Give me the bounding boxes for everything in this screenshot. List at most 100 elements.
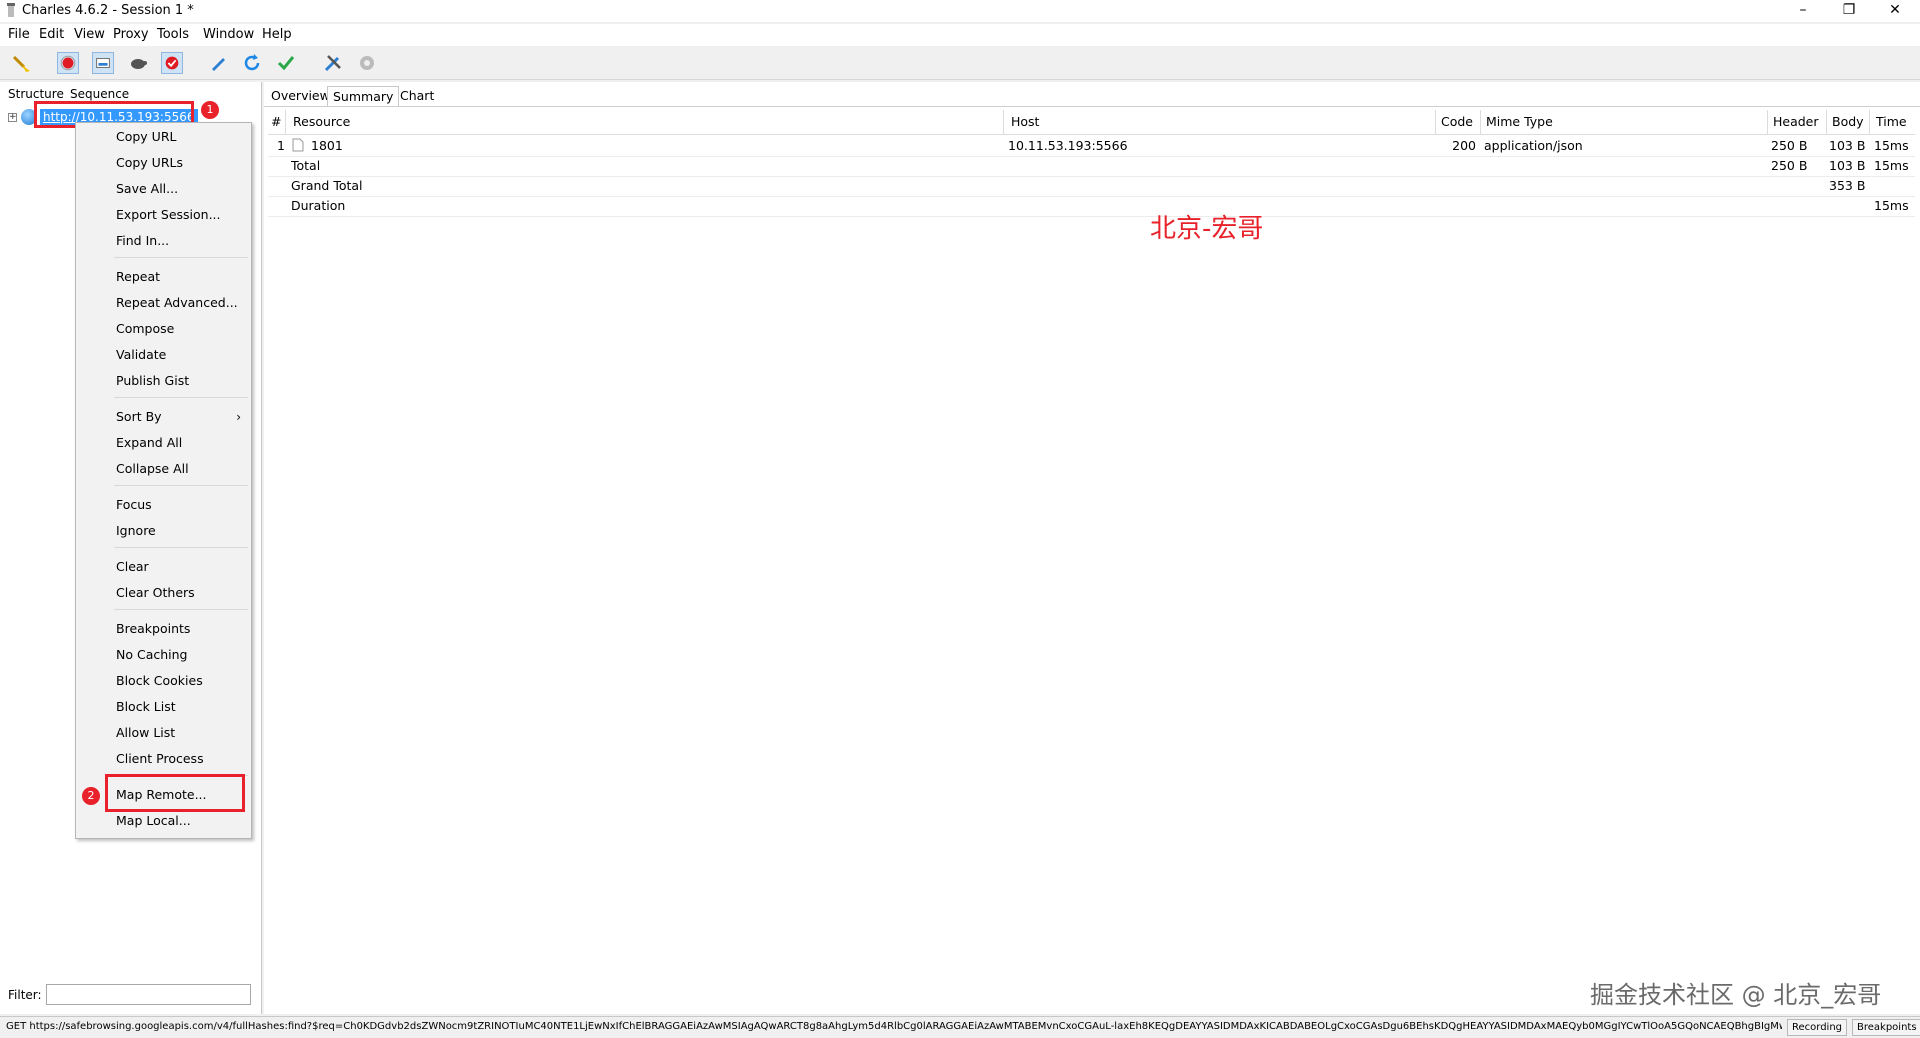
ctx-breakpoints[interactable]: Breakpoints bbox=[116, 621, 190, 637]
col-divider bbox=[1435, 110, 1436, 135]
menu-window[interactable]: Window bbox=[203, 26, 254, 44]
cell-mime-type: application/json bbox=[1484, 138, 1583, 153]
cell-resource: Grand Total bbox=[291, 178, 363, 193]
row-divider bbox=[268, 196, 1915, 197]
ctx-clear-others[interactable]: Clear Others bbox=[116, 585, 195, 601]
throttle-icon[interactable] bbox=[92, 52, 114, 74]
cell-resource: 1801 bbox=[311, 138, 343, 153]
tools-icon[interactable] bbox=[322, 52, 344, 74]
ctx-repeat[interactable]: Repeat bbox=[116, 269, 160, 285]
menu-help[interactable]: Help bbox=[262, 26, 292, 44]
ctx-focus[interactable]: Focus bbox=[116, 497, 152, 513]
toolbar bbox=[0, 47, 1920, 80]
ctx-no-caching[interactable]: No Caching bbox=[116, 647, 187, 663]
col-header-header[interactable]: Header bbox=[1773, 112, 1819, 134]
ctx-clear[interactable]: Clear bbox=[116, 559, 149, 575]
tab-overview[interactable]: Overview bbox=[266, 86, 335, 107]
minimize-button[interactable]: – bbox=[1780, 0, 1826, 22]
ctx-block-list[interactable]: Block List bbox=[116, 699, 176, 715]
check-icon[interactable] bbox=[275, 52, 297, 74]
ctx-repeat-advanced[interactable]: Repeat Advanced... bbox=[116, 295, 238, 311]
col-header-time[interactable]: Time bbox=[1876, 112, 1907, 134]
watermark-gray: 掘金技术社区 @ 北京_宏哥 bbox=[1590, 981, 1882, 1009]
ctx-client-process[interactable]: Client Process bbox=[116, 751, 204, 767]
maximize-button[interactable]: ❐ bbox=[1826, 0, 1872, 22]
cell-body: 353 B bbox=[1829, 178, 1866, 193]
ctx-collapse-all[interactable]: Collapse All bbox=[116, 461, 189, 477]
col-divider bbox=[1480, 110, 1481, 135]
tab-structure[interactable]: Structure bbox=[8, 86, 64, 102]
pen-icon[interactable] bbox=[207, 52, 229, 74]
refresh-icon[interactable] bbox=[241, 52, 263, 74]
summary-table-header bbox=[268, 110, 1915, 135]
ctx-save-all[interactable]: Save All... bbox=[116, 181, 178, 197]
menu-proxy[interactable]: Proxy bbox=[113, 26, 149, 44]
broom-icon[interactable] bbox=[11, 52, 33, 74]
cell-resource: Total bbox=[291, 158, 321, 173]
tab-summary[interactable]: Summary bbox=[327, 86, 400, 107]
ctx-ignore[interactable]: Ignore bbox=[116, 523, 156, 539]
row-divider bbox=[268, 176, 1915, 177]
breakpoints-status-button[interactable]: Breakpoints bbox=[1852, 1019, 1920, 1036]
cell-time: 15ms bbox=[1874, 158, 1909, 173]
ctx-copy-url[interactable]: Copy URL bbox=[116, 129, 176, 145]
close-button[interactable]: ✕ bbox=[1872, 0, 1918, 22]
context-menu: Copy URL Copy URLs Save All... Export Se… bbox=[75, 122, 252, 839]
ctx-compose[interactable]: Compose bbox=[116, 321, 174, 337]
col-divider bbox=[285, 110, 286, 135]
ctx-expand-all[interactable]: Expand All bbox=[116, 435, 182, 451]
tree-expand-icon[interactable]: + bbox=[8, 113, 17, 122]
ctx-map-local[interactable]: Map Local... bbox=[116, 813, 191, 829]
ctx-separator bbox=[114, 257, 248, 258]
file-icon bbox=[292, 138, 304, 152]
record-icon[interactable] bbox=[57, 52, 79, 74]
col-header-num[interactable]: # bbox=[271, 112, 281, 134]
turtle-icon[interactable] bbox=[127, 52, 149, 74]
detail-panel bbox=[264, 82, 1920, 1014]
cell-time: 15ms bbox=[1874, 138, 1909, 153]
status-text: GET https://safebrowsing.googleapis.com/… bbox=[6, 1021, 1782, 1032]
settings-icon[interactable] bbox=[356, 52, 378, 74]
row-divider bbox=[268, 216, 1915, 217]
ctx-allow-list[interactable]: Allow List bbox=[116, 725, 175, 741]
menu-file[interactable]: File bbox=[8, 26, 30, 44]
filter-input[interactable] bbox=[46, 984, 251, 1005]
ctx-copy-urls[interactable]: Copy URLs bbox=[116, 155, 183, 171]
tabs-divider bbox=[264, 106, 1920, 107]
ctx-export-session[interactable]: Export Session... bbox=[116, 207, 221, 223]
col-header-body[interactable]: Body bbox=[1832, 112, 1864, 134]
cell-header: 250 B bbox=[1771, 158, 1808, 173]
ctx-separator bbox=[114, 397, 248, 398]
breakpoint-icon[interactable] bbox=[161, 52, 183, 74]
recording-status-button[interactable]: Recording bbox=[1787, 1019, 1848, 1036]
menu-edit[interactable]: Edit bbox=[39, 26, 64, 44]
title-bar: Charles 4.6.2 - Session 1 * – ❐ ✕ bbox=[0, 0, 1920, 22]
col-divider bbox=[1826, 110, 1827, 135]
step-badge-1: 1 bbox=[201, 101, 219, 119]
cell-num: 1 bbox=[277, 138, 285, 153]
tab-sequence[interactable]: Sequence bbox=[70, 86, 129, 102]
ctx-publish-gist[interactable]: Publish Gist bbox=[116, 373, 189, 389]
col-header-host[interactable]: Host bbox=[1011, 112, 1039, 134]
ctx-find-in[interactable]: Find In... bbox=[116, 233, 169, 249]
ctx-validate[interactable]: Validate bbox=[116, 347, 166, 363]
charles-app-icon bbox=[7, 3, 15, 17]
cell-code: 200 bbox=[1452, 138, 1476, 153]
cell-header: 250 B bbox=[1771, 138, 1808, 153]
col-divider bbox=[1767, 110, 1768, 135]
col-header-code[interactable]: Code bbox=[1441, 112, 1473, 134]
menu-tools[interactable]: Tools bbox=[157, 26, 189, 44]
tab-chart[interactable]: Chart bbox=[395, 86, 439, 107]
highlight-box-map-remote bbox=[105, 774, 245, 812]
menu-view[interactable]: View bbox=[74, 26, 105, 44]
submenu-arrow-icon: › bbox=[236, 410, 241, 424]
ctx-sort-by[interactable]: Sort By bbox=[116, 409, 162, 425]
window-title: Charles 4.6.2 - Session 1 * bbox=[22, 3, 194, 18]
ctx-separator bbox=[114, 485, 248, 486]
menu-bar: File Edit View Proxy Tools Window Help bbox=[0, 24, 1920, 46]
col-divider bbox=[1869, 110, 1870, 135]
col-header-mime-type[interactable]: Mime Type bbox=[1486, 112, 1553, 134]
col-header-resource[interactable]: Resource bbox=[293, 112, 350, 134]
col-divider bbox=[1003, 110, 1004, 135]
ctx-block-cookies[interactable]: Block Cookies bbox=[116, 673, 203, 689]
